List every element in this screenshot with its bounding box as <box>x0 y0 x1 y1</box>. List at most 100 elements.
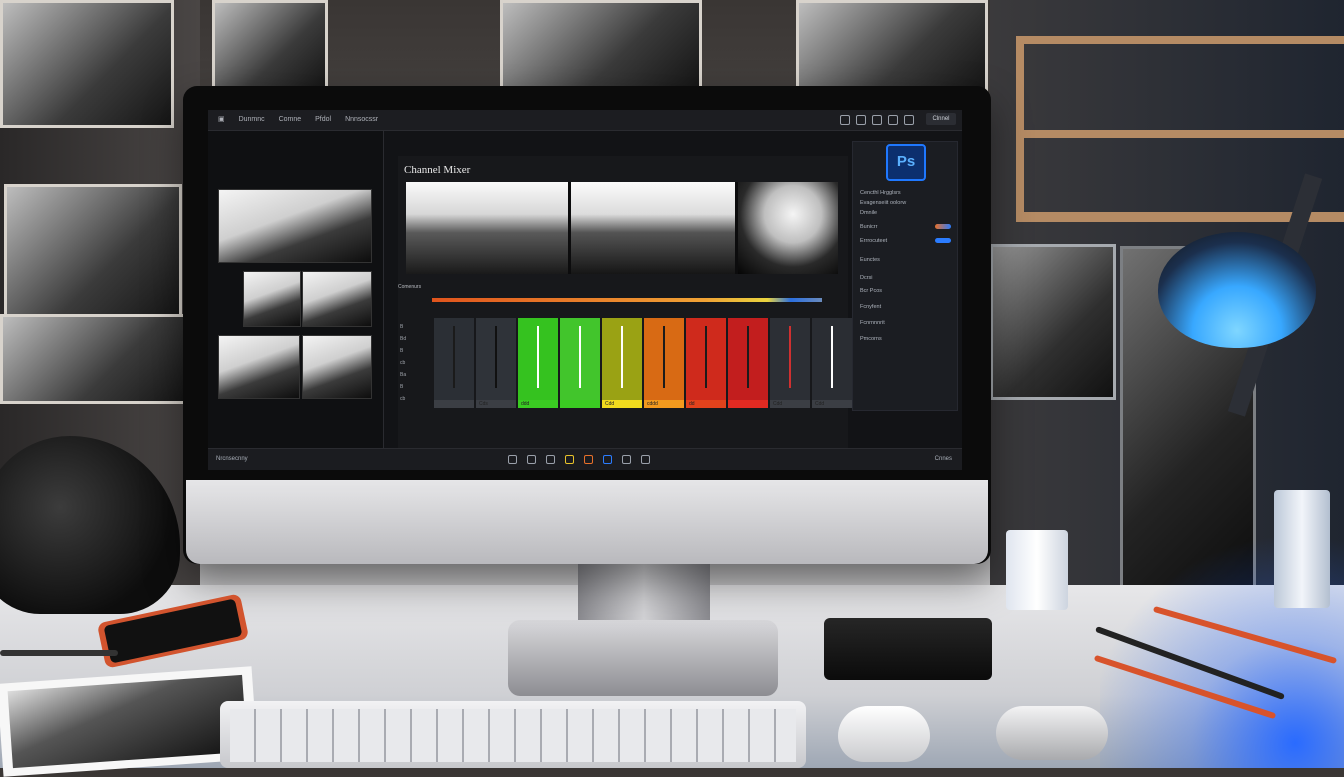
file-icon[interactable] <box>840 115 850 125</box>
app-screen: ▣ Dunmnc Comne Pfdol Nnnsocssr Clnnel Ch… <box>208 110 962 470</box>
channel-footer: dd <box>686 400 726 408</box>
monitor-stand-base <box>508 620 778 696</box>
document-icon[interactable] <box>546 455 555 464</box>
channel-footer: cddd <box>644 400 684 408</box>
channel-footer <box>560 400 600 408</box>
panel-row[interactable]: Evagenseiit oolorw <box>860 200 906 206</box>
channel-slider[interactable] <box>831 326 833 388</box>
thumbnail[interactable] <box>218 335 300 399</box>
channel-footer: ddd <box>518 400 558 408</box>
layers-icon[interactable] <box>565 455 574 464</box>
status-left: Nrcnsecnny <box>216 456 248 462</box>
image-preview-strip <box>406 182 838 274</box>
gradient-slider[interactable] <box>432 298 822 302</box>
channel-footer: Cdd <box>812 400 852 408</box>
channel-slider[interactable] <box>495 326 497 388</box>
channel-column[interactable]: Cdd <box>770 318 810 408</box>
folder-icon[interactable] <box>527 455 536 464</box>
left-panel <box>208 131 384 448</box>
pencil <box>0 650 118 656</box>
panel-row[interactable]: Eunctes <box>860 257 880 263</box>
monitor-chin <box>186 480 988 564</box>
panel-row[interactable]: Cencthl Hrgglsrs <box>860 190 901 196</box>
channel-column[interactable] <box>560 318 600 408</box>
keyboard <box>220 701 806 768</box>
channel-footer: Cdd <box>770 400 810 408</box>
menu-item[interactable]: Pfdol <box>315 116 331 123</box>
channel-slider[interactable] <box>621 326 623 388</box>
thumbnail[interactable] <box>243 271 301 327</box>
channel-column[interactable]: Cdd <box>812 318 852 408</box>
topbar-button[interactable]: Clnnel <box>926 113 956 125</box>
pin-icon[interactable] <box>622 455 631 464</box>
channel-label: Cdd <box>605 401 615 407</box>
toggle[interactable] <box>935 238 951 243</box>
panel-row[interactable]: Fcnyfent <box>860 304 881 310</box>
channel-column[interactable]: dd <box>686 318 726 408</box>
panel-row[interactable]: Pmcorns <box>860 336 882 342</box>
settings-icon[interactable] <box>888 115 898 125</box>
wall-photo <box>796 0 988 92</box>
wall-photo <box>212 0 328 92</box>
channel-column[interactable]: ddd <box>518 318 558 408</box>
image-preview[interactable] <box>738 182 838 274</box>
ps-logo-icon: Ps <box>886 144 926 181</box>
panel-row[interactable]: Bunicrr <box>860 224 877 230</box>
channel-slider[interactable] <box>789 326 791 388</box>
panel-row[interactable]: Fcnrnnnrit <box>860 320 885 326</box>
toggle[interactable] <box>935 224 951 229</box>
desk-lamp-head <box>1158 232 1316 348</box>
channel-slider[interactable] <box>663 326 665 388</box>
image-preview[interactable] <box>406 182 568 274</box>
pencil-cup <box>1006 530 1068 610</box>
link-icon[interactable] <box>856 115 866 125</box>
wall-photo <box>4 184 182 320</box>
grid-icon[interactable] <box>641 455 650 464</box>
channel-column[interactable]: Cds <box>476 318 516 408</box>
mask-icon[interactable] <box>603 455 612 464</box>
menu-item[interactable]: Dunmnc <box>239 116 265 123</box>
status-right: Cnnes <box>934 456 952 462</box>
panel-row[interactable]: Dmnile <box>860 210 877 216</box>
channel-column[interactable] <box>728 318 768 408</box>
channel-slider[interactable] <box>453 326 455 388</box>
image-preview[interactable] <box>571 182 735 274</box>
status-icons <box>508 455 650 464</box>
channel-slider[interactable] <box>747 326 749 388</box>
row-label: Bd <box>400 336 407 342</box>
channel-column[interactable] <box>434 318 474 408</box>
wall-photo <box>500 0 702 92</box>
thumbnail[interactable] <box>218 189 372 263</box>
menu-bar: ▣ Dunmnc Comne Pfdol Nnnsocssr <box>218 115 390 123</box>
status-bar: Nrcnsecnny Cnnes <box>208 448 962 470</box>
shelf <box>1016 130 1344 138</box>
menu-item[interactable]: Comne <box>279 116 302 123</box>
channel-slider[interactable] <box>705 326 707 388</box>
adjust-icon[interactable] <box>584 455 593 464</box>
arrow-icon[interactable] <box>508 455 517 464</box>
thumbnail[interactable] <box>302 271 372 327</box>
row-label: B <box>400 348 404 354</box>
row-label: B <box>400 324 404 330</box>
channel-column[interactable]: Cdd <box>602 318 642 408</box>
channel-slider[interactable] <box>579 326 581 388</box>
row-label: cb <box>400 396 406 402</box>
channel-label: ddd <box>521 401 530 407</box>
channel-footer <box>434 400 474 408</box>
search-icon[interactable] <box>904 115 914 125</box>
pencil-cup <box>1274 490 1330 608</box>
layers-icon[interactable] <box>872 115 882 125</box>
thumbnail[interactable] <box>302 335 372 399</box>
menu-icon[interactable]: ▣ <box>218 116 225 123</box>
panel-row[interactable]: Errrocuteet <box>860 238 887 244</box>
panel-row[interactable]: Dcrsi <box>860 275 873 281</box>
shelf-side <box>1016 36 1024 222</box>
app-toolbar: ▣ Dunmnc Comne Pfdol Nnnsocssr Clnnel <box>208 110 962 131</box>
menu-item[interactable]: Nnnsocssr <box>345 116 378 123</box>
channel-slider[interactable] <box>537 326 539 388</box>
monitor-stand-neck <box>578 563 710 625</box>
mouse <box>838 706 930 762</box>
channel-column[interactable]: cddd <box>644 318 684 408</box>
channel-label: cddd <box>647 401 658 407</box>
panel-row[interactable]: Bcr Pcos <box>860 288 882 294</box>
